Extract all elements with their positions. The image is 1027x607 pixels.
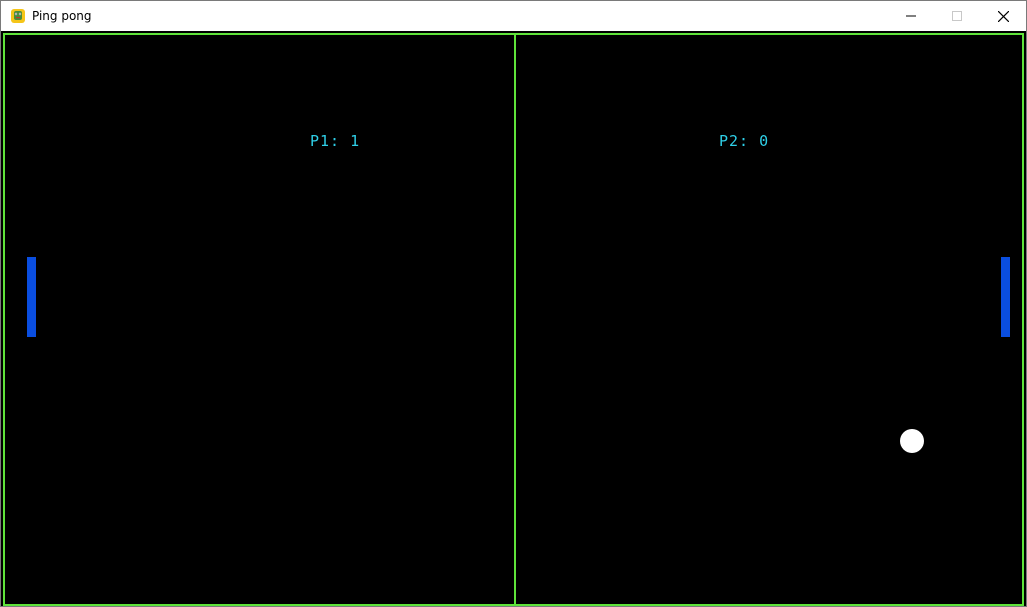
title-bar[interactable]: Ping pong: [1, 1, 1026, 31]
minimize-icon: [906, 15, 916, 17]
center-line: [514, 33, 516, 606]
player2-score: P2: 0: [719, 132, 770, 150]
app-window: Ping pong P1: 1 P2: 0: [0, 0, 1027, 607]
right-paddle: [1001, 257, 1010, 337]
maximize-icon: [952, 11, 962, 21]
window-title: Ping pong: [32, 9, 92, 23]
player1-score: P1: 1: [310, 132, 361, 150]
pygame-snake-icon: [11, 9, 25, 23]
close-button[interactable]: [980, 1, 1026, 31]
ball: [900, 429, 924, 453]
game-canvas[interactable]: P1: 1 P2: 0: [1, 31, 1026, 606]
window-controls: [888, 1, 1026, 31]
close-icon: [997, 10, 1009, 22]
maximize-button[interactable]: [934, 1, 980, 31]
left-paddle: [27, 257, 36, 337]
minimize-button[interactable]: [888, 1, 934, 31]
